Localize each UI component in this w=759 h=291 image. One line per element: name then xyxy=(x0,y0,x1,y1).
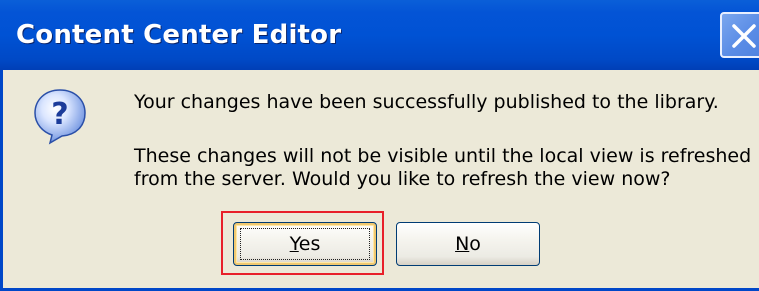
message-line-3: from the server. Would you like to refre… xyxy=(134,168,671,190)
close-icon xyxy=(732,24,756,48)
window-title: Content Center Editor xyxy=(16,20,342,50)
dialog-window: Content Center Editor ? Your changes hav… xyxy=(0,0,759,291)
message-line-2: These changes will not be visible until … xyxy=(134,145,752,167)
close-button[interactable] xyxy=(720,12,759,58)
message-line-1: Your changes have been successfully publ… xyxy=(134,91,719,113)
no-button-label: No xyxy=(455,233,481,255)
no-button[interactable]: No xyxy=(396,222,540,266)
title-bar[interactable]: Content Center Editor xyxy=(0,0,759,70)
question-icon: ? xyxy=(34,89,86,145)
yes-button[interactable]: Yes xyxy=(233,222,377,266)
svg-text:?: ? xyxy=(51,97,68,132)
yes-button-label: Yes xyxy=(289,233,321,255)
